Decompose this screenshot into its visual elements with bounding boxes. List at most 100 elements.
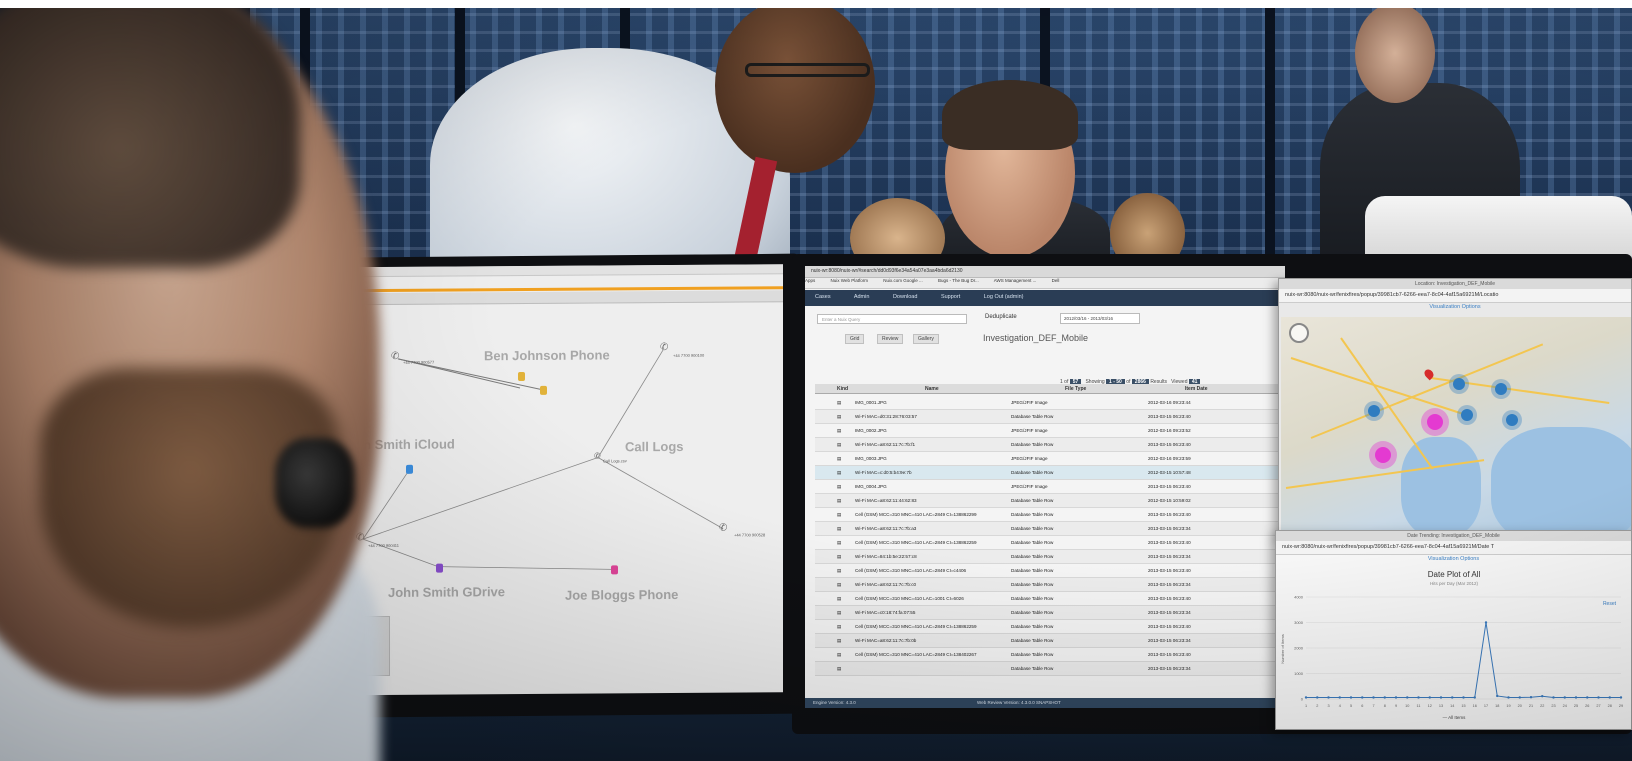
bookmark[interactable]: Bugs - The Bug Dr... bbox=[938, 278, 979, 283]
file-type: JPEG/JFIF Image bbox=[1011, 400, 1048, 405]
view-gallery-button[interactable]: Gallery bbox=[913, 334, 939, 344]
pan-control-icon[interactable] bbox=[1289, 323, 1309, 343]
phone-icon[interactable]: ✆ bbox=[391, 351, 399, 362]
call-log-icon[interactable]: ✆ bbox=[594, 451, 601, 460]
item-name: Wi-Fi MAC=a8:62:11:7c:7b:0b bbox=[855, 638, 917, 643]
bookmark[interactable]: Dell bbox=[1052, 278, 1060, 283]
location-cluster[interactable] bbox=[1453, 378, 1465, 390]
table-row[interactable]: ▤ Cell (GSM) MCC=310 MNC=410 LAC=2849 CI=… bbox=[815, 564, 1285, 578]
bookmark[interactable]: AWS Management ... bbox=[994, 278, 1037, 283]
phone-icon[interactable]: ✆ bbox=[660, 342, 668, 353]
chart-subtitle: Hits per Day (Mar 2012) bbox=[1430, 581, 1479, 586]
icloud-node[interactable] bbox=[406, 464, 413, 474]
file-type: Database Table Row bbox=[1011, 652, 1054, 657]
table-row[interactable]: ▤ IMG_0002.JPG JPEG/JFIF Image 2012-03-16 0… bbox=[815, 424, 1285, 438]
window-title: Date Trending: Investigation_DEF_Mobile bbox=[1276, 531, 1631, 541]
query-input[interactable]: Enter a Nuix Query bbox=[817, 314, 967, 324]
location-cluster[interactable] bbox=[1506, 414, 1518, 426]
visualization-options-link[interactable]: Visualization Options bbox=[1276, 556, 1631, 566]
location-hotspot[interactable] bbox=[1375, 447, 1391, 463]
table-row[interactable]: ▤ Wi-Fi MAC=a8:62:11:44:62:83 Database Tab… bbox=[815, 494, 1285, 508]
file-type: Database Table Row bbox=[1011, 414, 1054, 419]
item-name: IMG_0004.JPG bbox=[855, 484, 887, 489]
status-footer: Engine Version: 4.3.0 Web Review Version… bbox=[805, 698, 1285, 708]
table-row[interactable]: ▤ Cell (GSM) MCC=310 MNC=410 LAC=2849 CI=… bbox=[815, 620, 1285, 634]
kind-icon: ▤ bbox=[837, 456, 842, 461]
x-tick-label: 16 bbox=[1473, 704, 1477, 708]
date-range-input[interactable]: 2012/03/16 - 2013/03/16 bbox=[1060, 313, 1140, 324]
table-row[interactable]: ▤ Cell (GSM) MCC=310 MNC=410 LAC=2849 CI=… bbox=[815, 536, 1285, 550]
x-tick-label: 15 bbox=[1461, 704, 1465, 708]
kind-icon: ▤ bbox=[837, 610, 842, 615]
reset-zoom-link: Reset bbox=[1603, 601, 1617, 607]
table-row[interactable]: ▤ Cell (GSM) MCC=310 MNC=410 LAC=1001 CI=… bbox=[815, 592, 1285, 606]
item-date: 2013-03-15 06:23:40 bbox=[1148, 414, 1191, 419]
deduplicate-label[interactable]: Deduplicate bbox=[985, 314, 1017, 320]
item-date: 2013-03-15 06:23:34 bbox=[1148, 554, 1191, 559]
view-grid-button[interactable]: Grid bbox=[845, 334, 865, 344]
date-plot-chart[interactable]: Date Plot of All Hits per Day (Mar 2012) R… bbox=[1276, 569, 1632, 730]
nav-support[interactable]: Support bbox=[941, 294, 960, 300]
location-cluster[interactable] bbox=[1495, 383, 1507, 395]
table-row[interactable]: ▤ Wi-Fi MAC=a8:62:11:7c:7b:c0 Database Tab… bbox=[815, 578, 1285, 592]
map[interactable] bbox=[1281, 317, 1631, 535]
popup-url[interactable]: nuix-wr:8080/nuix-wr/fenixfires/popup/39… bbox=[1279, 289, 1631, 303]
phone-icon[interactable]: ✆ bbox=[719, 523, 727, 534]
file-type: Database Table Row bbox=[1011, 638, 1054, 643]
address-bar[interactable]: nuix-wr:8080/nuix-wr/#search/dd0d93f6e34… bbox=[805, 266, 1285, 278]
table-row[interactable]: ▤ IMG_0003.JPG JPEG/JFIF Image 2012-03-16 0… bbox=[815, 452, 1285, 466]
location-hotspot[interactable] bbox=[1427, 414, 1443, 430]
table-row[interactable]: ▤ Wi-Fi MAC=a8:62:11:7c:7b:0b Database Tab… bbox=[815, 634, 1285, 648]
office-scene: File Edit Tools Categories Help ✆ +44 77… bbox=[0, 8, 1632, 761]
column-header[interactable]: File Type bbox=[1065, 386, 1086, 392]
app-nav: Cases Admin Download Support Log Out (ad… bbox=[805, 290, 1285, 306]
file-node[interactable] bbox=[518, 372, 525, 382]
location-cluster[interactable] bbox=[1368, 405, 1380, 417]
data-point bbox=[1574, 696, 1578, 699]
nav-download[interactable]: Download bbox=[893, 294, 917, 300]
bookmark[interactable]: Nuix.com Google ... bbox=[883, 278, 923, 283]
file-node[interactable] bbox=[540, 385, 547, 395]
gdrive-node[interactable] bbox=[436, 563, 443, 573]
table-row[interactable]: ▤ IMG_0001.JPG JPEG/JFIF Image 2012-03-16 0… bbox=[815, 396, 1285, 410]
table-row[interactable]: ▤ Wi-Fi MAC=c:d0:5:b4:9e:7b Database Table… bbox=[815, 466, 1285, 480]
nav-logout[interactable]: Log Out (admin) bbox=[984, 294, 1024, 300]
nav-admin[interactable]: Admin bbox=[854, 294, 870, 300]
file-type: Database Table Row bbox=[1011, 582, 1054, 587]
x-tick-label: 19 bbox=[1506, 704, 1510, 708]
table-row[interactable]: ▤ Database Table Row 2013-03-15 06:23:34 bbox=[815, 662, 1285, 676]
table-row[interactable]: ▤ Wi-Fi MAC=a8:62:11:7c:7b:f1 Database Tab… bbox=[815, 438, 1285, 452]
bookmark[interactable]: Nuix Web Platform bbox=[831, 278, 868, 283]
table-row[interactable]: ▤ Cell (GSM) MCC=310 MNC=410 LAC=2849 CI=… bbox=[815, 508, 1285, 522]
view-review-button[interactable]: Review bbox=[877, 334, 904, 344]
y-tick-label: 3000 bbox=[1294, 620, 1304, 625]
table-row[interactable]: ▤ Wi-Fi MAC=a8:62:11:7c:7b:a3 Database Tab… bbox=[815, 522, 1285, 536]
table-row[interactable]: ▤ Wi-Fi MAC=84:1b:5e:22:57:c8 Database Tab… bbox=[815, 550, 1285, 564]
table-row[interactable]: ▤ Wi-Fi MAC=d0:31:28:76:03:57 Database Tab… bbox=[815, 410, 1285, 424]
kind-icon: ▤ bbox=[837, 512, 842, 517]
kind-icon: ▤ bbox=[837, 582, 842, 587]
table-row[interactable]: ▤ Cell (GSM) MCC=310 MNC=410 LAC=2849 CI=… bbox=[815, 648, 1285, 662]
phone-node[interactable] bbox=[611, 565, 618, 575]
popup-url[interactable]: nuix-wr:8080/nuix-wr/fenixfires/popup/39… bbox=[1276, 541, 1631, 555]
item-date: 2013-03-15 06:23:40 bbox=[1148, 540, 1191, 545]
y-tick-label: 0 bbox=[1301, 697, 1304, 702]
kind-icon: ▤ bbox=[837, 568, 842, 573]
item-date: 2013-03-15 06:23:40 bbox=[1148, 484, 1191, 489]
file-type: Database Table Row bbox=[1011, 666, 1054, 671]
x-tick-label: 21 bbox=[1529, 704, 1533, 708]
item-name: Cell (GSM) MCC=310 MNC=410 LAC=2849 CI=1… bbox=[855, 540, 977, 545]
table-row[interactable]: ▤ IMG_0004.JPG JPEG/JFIF Image 2013-03-15 0… bbox=[815, 480, 1285, 494]
bookmark[interactable]: Apps bbox=[805, 278, 815, 283]
nav-cases[interactable]: Cases bbox=[815, 294, 831, 300]
column-header[interactable]: Item Date bbox=[1185, 386, 1208, 392]
data-point bbox=[1349, 696, 1353, 699]
visualization-options-link[interactable]: Visualization Options bbox=[1279, 304, 1631, 314]
glasses bbox=[745, 63, 870, 77]
column-header[interactable]: Kind bbox=[837, 386, 848, 392]
location-cluster[interactable] bbox=[1461, 409, 1473, 421]
x-tick-label: 24 bbox=[1563, 704, 1567, 708]
x-tick-label: 1 bbox=[1305, 704, 1307, 708]
table-row[interactable]: ▤ Wi-Fi MAC=c0:18:74:fa:07:55 Database Tab… bbox=[815, 606, 1285, 620]
column-header[interactable]: Name bbox=[925, 386, 939, 392]
